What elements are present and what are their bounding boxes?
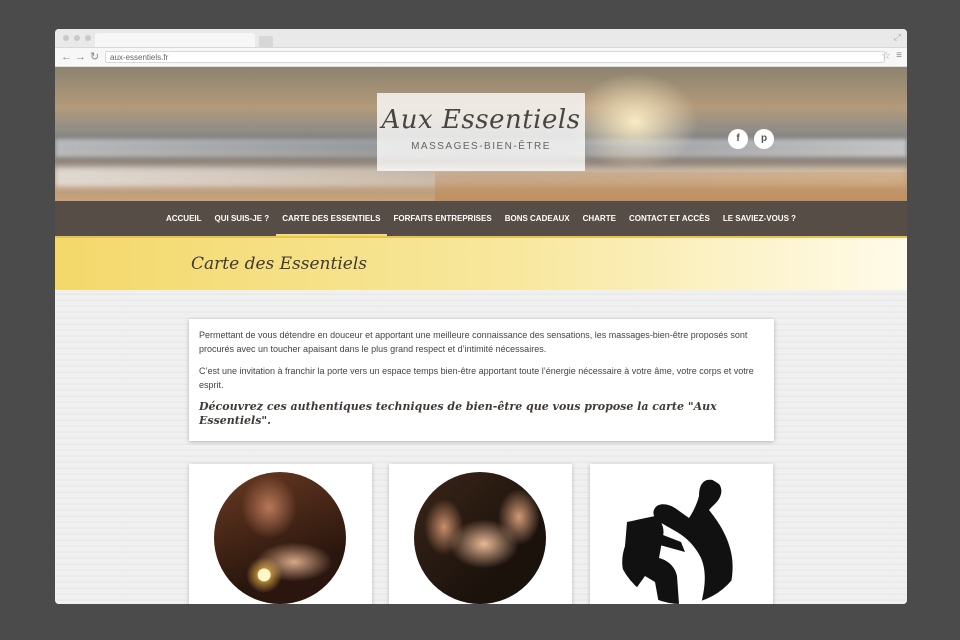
intro-quote: Découvrez ces authentiques techniques de… [199,400,717,427]
nav-item-charte[interactable]: CHARTE [576,201,622,236]
page-content: Carte des Essentiels Permettant de vous … [55,236,907,604]
logo-title: Aux Essentiels [381,105,581,135]
browser-tab[interactable] [95,33,255,47]
nav-item-le-saviez-vous[interactable]: LE SAVIEZ-VOUS ? [716,201,802,236]
nav-item-contact-et-acces[interactable]: CONTACT ET ACCÈS [622,201,716,236]
browser-tab-strip: ⤢ [55,29,907,48]
massage-photo-chair-silhouette[interactable] [615,472,747,604]
new-tab-button[interactable] [259,36,273,47]
intro-paragraph-1: Permettant de vous détendre en douceur e… [199,330,748,354]
page-title-banner: Carte des Essentiels [55,236,907,290]
browser-toolbar: ← → ↻ aux-essentiels.fr ☆ ≡ [55,48,907,67]
nav-item-bons-cadeaux[interactable]: BONS CADEAUX [498,201,576,236]
browser-window: ⤢ ← → ↻ aux-essentiels.fr ☆ ≡ Aux Essent… [55,29,907,604]
nav-item-forfaits-entreprises[interactable]: FORFAITS ENTREPRISES [387,201,498,236]
massage-card-3[interactable] [590,464,773,604]
reload-icon[interactable]: ↻ [90,50,99,64]
massage-card-2[interactable] [389,464,572,604]
bookmark-star-icon[interactable]: ☆ [881,49,891,62]
hero-banner: Aux Essentiels MASSAGES-BIEN-ÊTRE f p [55,67,907,201]
intro-card: Permettant de vous détendre en douceur e… [189,319,774,441]
menu-icon[interactable]: ≡ [896,50,902,61]
address-bar[interactable]: aux-essentiels.fr [105,51,885,63]
massage-card-1[interactable] [189,464,372,604]
massage-photo-back-candle[interactable] [214,472,346,604]
back-icon[interactable]: ← [61,50,72,64]
main-navigation: ACCUEIL QUI SUIS-JE ? CARTE DES ESSENTIE… [55,201,907,236]
intro-paragraph-2: C’est une invitation à franchir la porte… [199,366,754,390]
facebook-icon[interactable]: f [728,129,748,149]
massage-photo-face[interactable] [414,472,546,604]
logo-subtitle: MASSAGES-BIEN-ÊTRE [411,141,551,152]
site-logo[interactable]: Aux Essentiels MASSAGES-BIEN-ÊTRE [377,93,585,171]
window-controls[interactable] [63,35,91,41]
chair-massage-silhouette-icon [617,479,733,604]
pinterest-icon[interactable]: p [754,129,774,149]
page-title: Carte des Essentiels [191,254,367,274]
forward-icon[interactable]: → [75,50,86,64]
nav-item-carte-des-essentiels[interactable]: CARTE DES ESSENTIELS [275,201,387,236]
nav-item-accueil[interactable]: ACCUEIL [159,201,208,236]
nav-item-qui-suis-je[interactable]: QUI SUIS-JE ? [208,201,276,236]
fullscreen-icon[interactable]: ⤢ [894,32,901,43]
